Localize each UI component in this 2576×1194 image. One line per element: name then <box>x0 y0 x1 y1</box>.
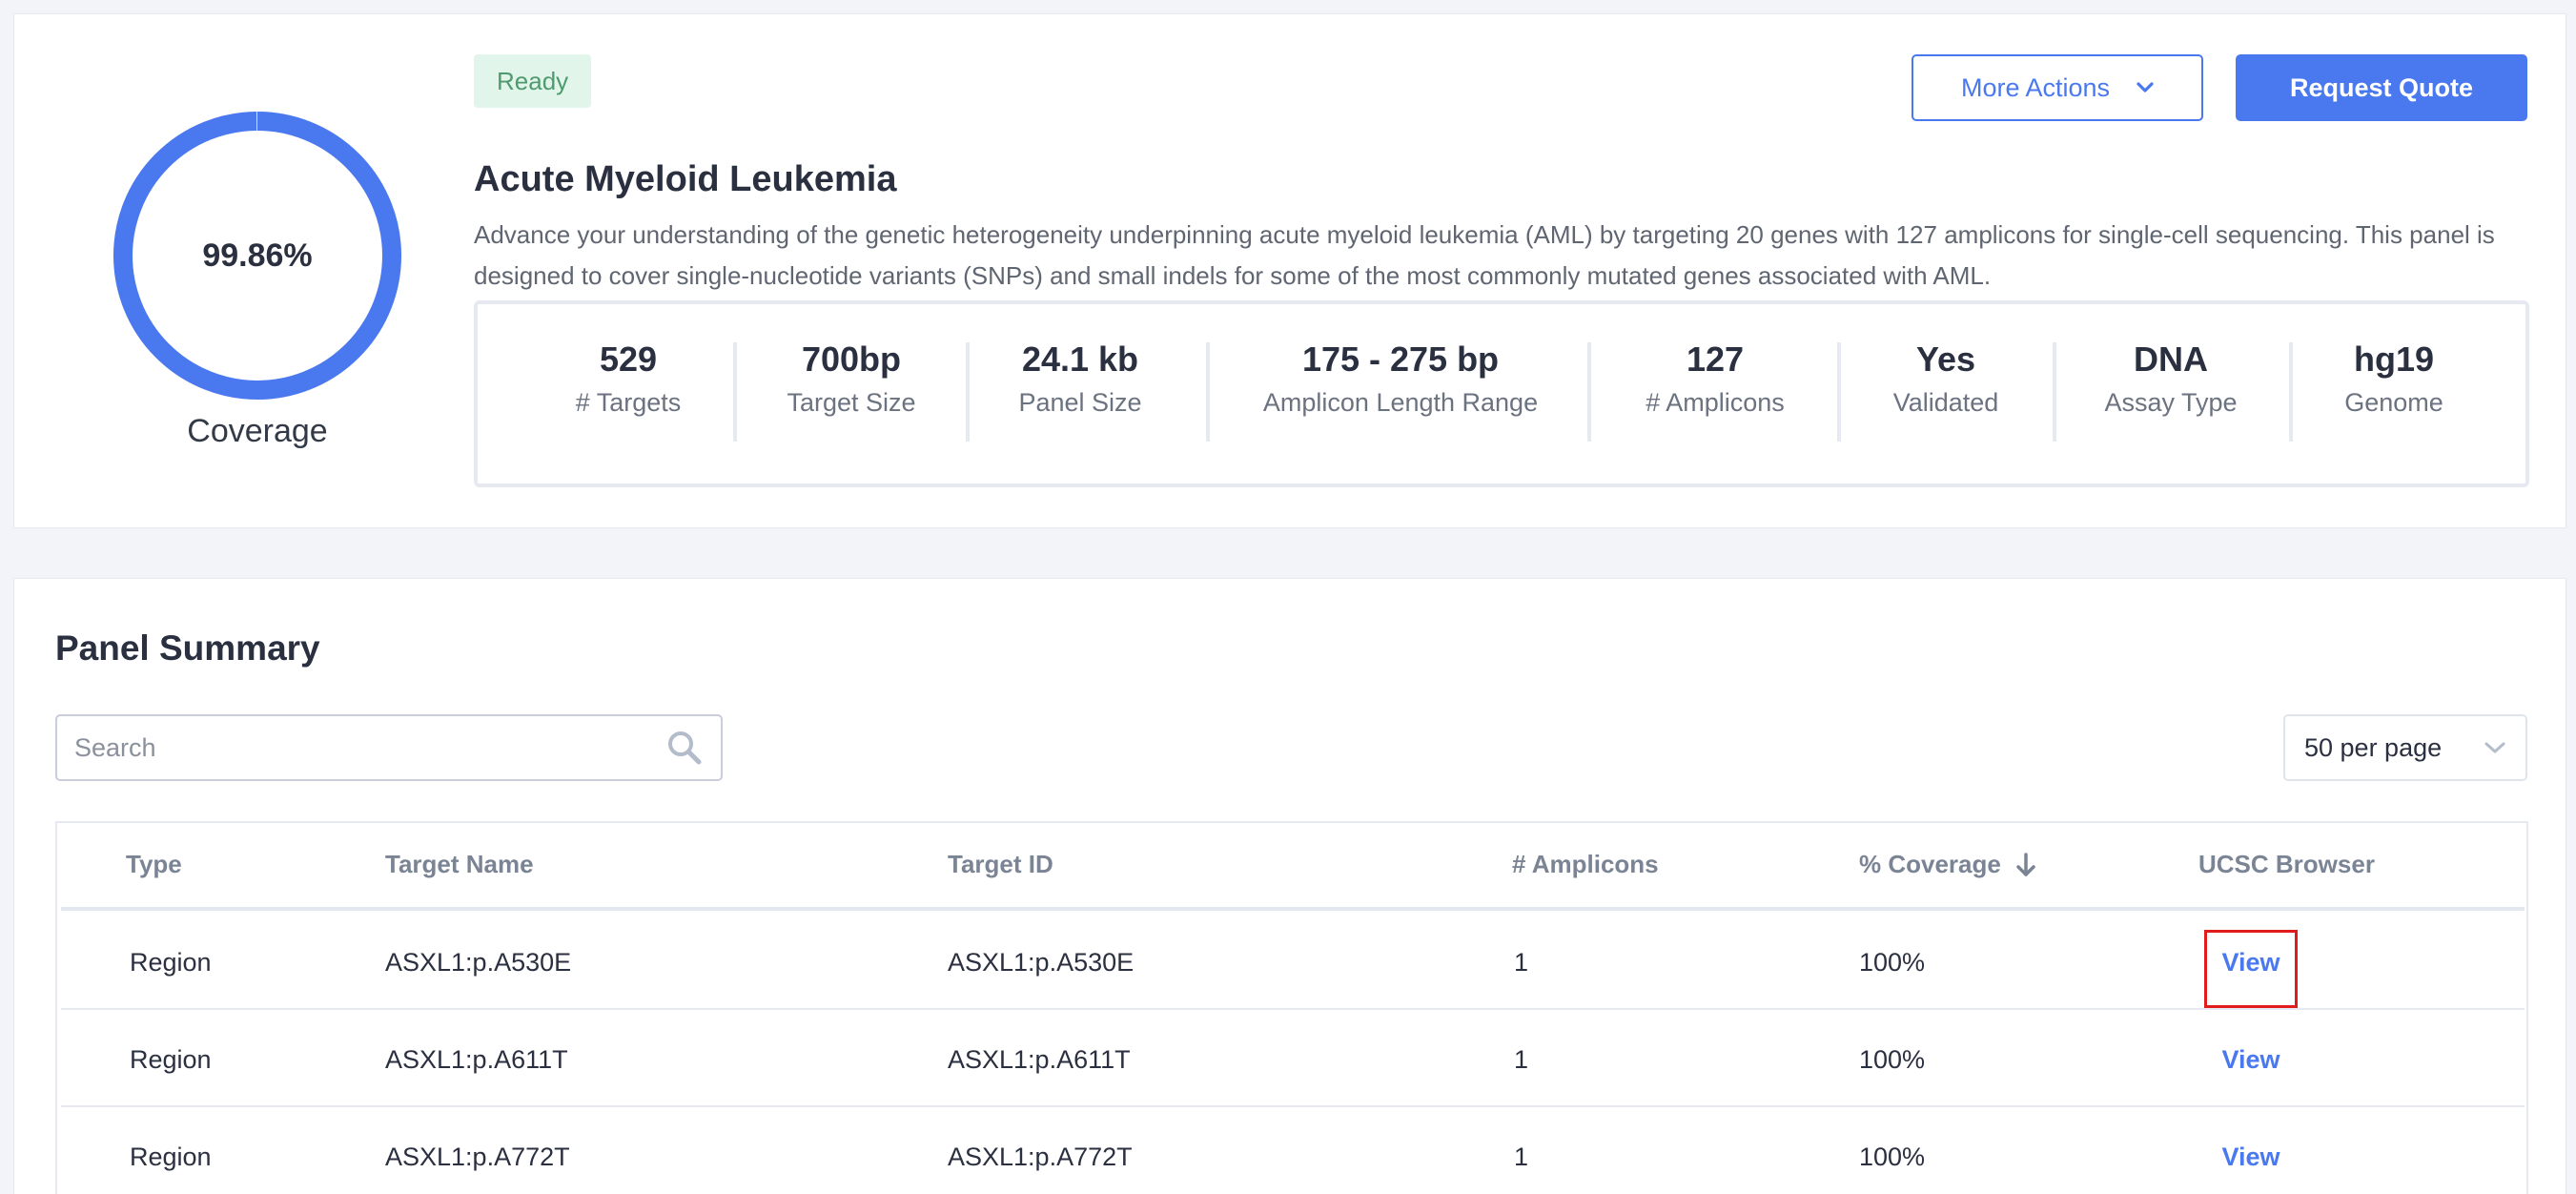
stat-label: Validated <box>1892 388 1999 417</box>
stat-divider <box>966 342 970 442</box>
stat-amplicon-length-range: 175 - 275 bp Amplicon Length Range <box>1263 339 1538 418</box>
stat-value: 24.1 kb <box>1021 340 1139 379</box>
cell-amplicons: 1 <box>1514 947 1529 977</box>
stat-amplicons: 127 # Amplicons <box>1646 339 1785 418</box>
coverage-value: 99.86% <box>202 237 313 274</box>
stat-validated: Yes Validated <box>1893 339 1999 418</box>
stat-label: # Amplicons <box>1646 388 1785 417</box>
panel-summary-title: Panel Summary <box>55 628 320 668</box>
cell-coverage: 100% <box>1859 1044 1926 1074</box>
panel-stats: 529 # Targets 700bp Target Size 24.1 kb … <box>474 300 2529 487</box>
stat-divider <box>2053 342 2056 442</box>
stat-label: Assay Type <box>2104 388 2238 417</box>
stat-value: 175 - 275 bp <box>1301 340 1500 379</box>
cell-target-id: ASXL1:p.A530E <box>948 947 1135 977</box>
highlight-box <box>2204 930 2298 1008</box>
search-box[interactable] <box>55 714 723 781</box>
column-header-ucsc-browser: UCSC Browser <box>2198 850 2375 878</box>
cell-target-name: ASXL1:p.A530E <box>385 947 572 977</box>
panel-summary-card: Panel Summary 50 per page Type Target Na… <box>13 578 2566 1194</box>
stat-divider <box>1587 342 1591 442</box>
cell-target-id: ASXL1:p.A611T <box>948 1044 1131 1074</box>
stat-label: # Targets <box>575 388 682 417</box>
ucsc-view-link[interactable]: View <box>2204 1109 2298 1194</box>
coverage-label: Coverage <box>187 413 328 449</box>
per-page-select[interactable]: 50 per page <box>2283 714 2527 781</box>
stat-label: Target Size <box>787 388 916 417</box>
stat-value: 529 <box>599 340 658 379</box>
stat-label: Amplicon Length Range <box>1262 388 1539 417</box>
cell-type: Region <box>130 1142 212 1171</box>
stat-value: 700bp <box>801 340 902 379</box>
table-row: Region ASXL1:p.A772T ASXL1:p.A772T 1 100… <box>61 1109 2525 1194</box>
stat-value: DNA <box>2133 340 2208 379</box>
stat-target-size: 700bp Target Size <box>787 339 915 418</box>
search-icon[interactable] <box>665 729 704 767</box>
stat-label: Genome <box>2344 388 2443 417</box>
arrow-down-icon[interactable] <box>2014 852 2037 878</box>
stat-divider <box>1206 342 1210 442</box>
stat-label: Panel Size <box>1018 388 1142 417</box>
table-row: Region ASXL1:p.A530E ASXL1:p.A530E 1 100… <box>61 915 2525 1010</box>
cell-coverage: 100% <box>1859 947 1926 977</box>
coverage-ring: 99.86% <box>100 98 415 413</box>
cell-type: Region <box>130 947 212 977</box>
per-page-value: 50 per page <box>2304 732 2443 762</box>
search-input[interactable] <box>74 732 646 763</box>
request-quote-button[interactable]: Request Quote <box>2236 54 2527 121</box>
stat-genome: hg19 Genome <box>2344 339 2443 418</box>
stat-divider <box>1837 342 1841 442</box>
column-header-target-id[interactable]: Target ID <box>948 850 1053 879</box>
cell-amplicons: 1 <box>1514 1044 1529 1074</box>
cell-target-id: ASXL1:p.A772T <box>948 1142 1133 1171</box>
cell-type: Region <box>130 1044 212 1074</box>
table-row: Region ASXL1:p.A611T ASXL1:p.A611T 1 100… <box>61 1012 2525 1107</box>
more-actions-label: More Actions <box>1960 72 2111 102</box>
stat-divider <box>733 342 737 442</box>
column-header-coverage[interactable]: % Coverage <box>1859 850 2037 879</box>
stat-value: hg19 <box>2353 340 2435 379</box>
column-header-target-name[interactable]: Target Name <box>385 850 534 879</box>
stat-divider <box>2289 342 2293 442</box>
chevron-down-icon <box>2484 742 2505 753</box>
stat-panel-size: 24.1 kb Panel Size <box>1018 339 1141 418</box>
cell-amplicons: 1 <box>1514 1142 1529 1171</box>
stat-value: Yes <box>1915 340 1976 379</box>
column-header-type[interactable]: Type <box>126 850 182 879</box>
column-header-amplicons[interactable]: # Amplicons <box>1512 850 1659 879</box>
status-badge: Ready <box>474 54 592 108</box>
stat-targets: 529 # Targets <box>576 339 682 418</box>
more-actions-button[interactable]: More Actions <box>1912 54 2203 121</box>
stat-assay-type: DNA Assay Type <box>2104 339 2237 418</box>
page-title: Acute Myeloid Leukemia <box>474 159 897 199</box>
chevron-down-icon <box>2136 82 2154 93</box>
cell-coverage: 100% <box>1859 1142 1926 1171</box>
stat-value: 127 <box>1686 340 1745 379</box>
targets-table: Type Target Name Target ID # Amplicons %… <box>55 821 2528 1194</box>
panel-overview-card: 99.86% Coverage Ready Acute Myeloid Leuk… <box>13 13 2566 528</box>
table-header: Type Target Name Target ID # Amplicons %… <box>61 823 2525 911</box>
panel-description: Advance your understanding of the geneti… <box>474 220 2495 290</box>
cell-target-name: ASXL1:p.A772T <box>385 1142 570 1171</box>
ucsc-view-link[interactable]: View <box>2204 1012 2298 1107</box>
cell-target-name: ASXL1:p.A611T <box>385 1044 568 1074</box>
